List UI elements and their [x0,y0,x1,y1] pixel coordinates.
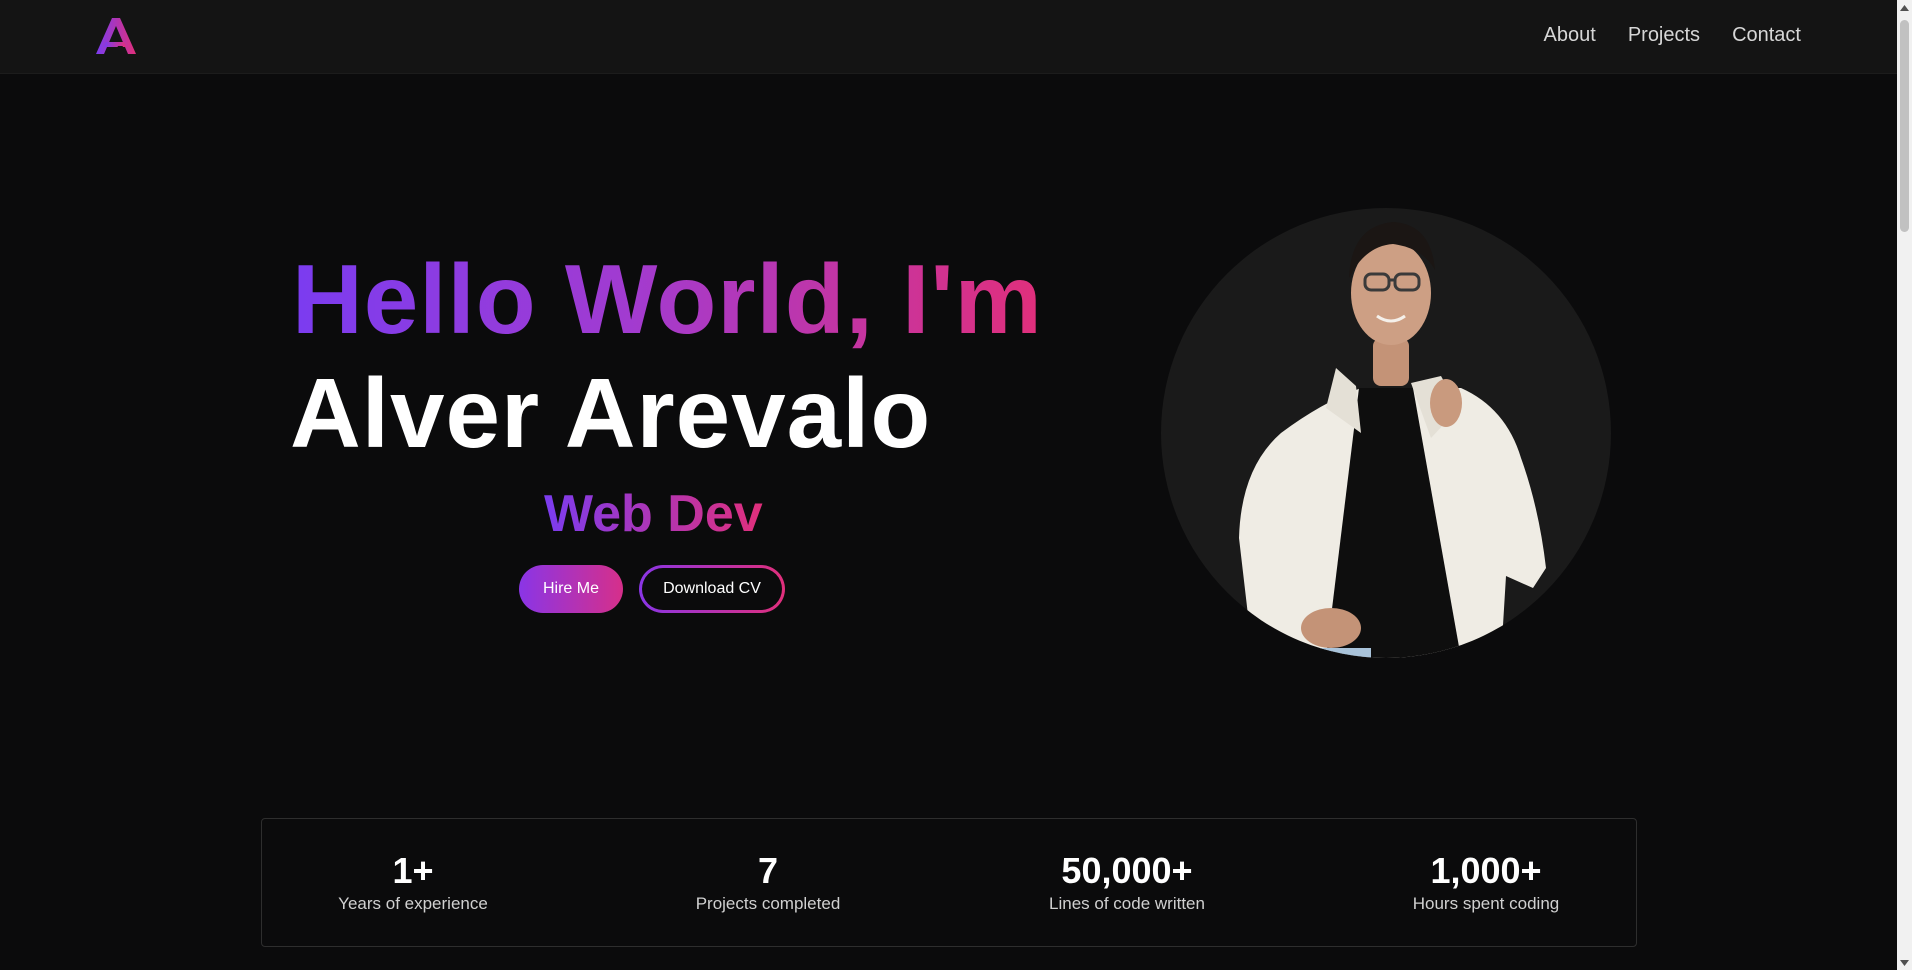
stat-value: 7 [757,850,779,891]
navbar: About Projects Contact [0,0,1897,74]
stats-panel: 1+ Years of experience 7 Projects comple… [261,818,1637,947]
stat-lines-of-code: 50,000+ Lines of code written [997,851,1257,915]
scroll-down-arrow-icon[interactable] [1897,955,1912,970]
hero-name: Alver Arevalo [290,358,932,468]
stat-label: Projects completed [695,894,841,913]
scroll-thumb[interactable] [1900,20,1909,232]
stat-label: Hours spent coding [1412,894,1560,913]
nav-link-contact[interactable]: Contact [1732,24,1801,47]
nav-links: About Projects Contact [1544,24,1801,47]
stat-value: 1,000+ [1430,850,1542,891]
stat-hours: 1,000+ Hours spent coding [1356,851,1616,915]
profile-photo [1161,208,1611,658]
logo-icon[interactable] [94,16,138,56]
nav-link-about[interactable]: About [1544,24,1596,47]
scrollbar[interactable] [1897,0,1912,970]
hero-greeting: Hello World, I'm [292,244,1043,354]
download-cv-label: Download CV [642,568,782,610]
hero-role: Web Dev [544,485,763,543]
scroll-up-arrow-icon[interactable] [1897,0,1912,15]
stat-value: 50,000+ [1061,850,1193,891]
nav-link-projects[interactable]: Projects [1628,24,1700,47]
stat-experience: 1+ Years of experience [283,851,543,915]
stat-projects: 7 Projects completed [638,851,898,915]
download-cv-button[interactable]: Download CV [639,565,785,613]
stat-label: Lines of code written [1049,894,1205,913]
stat-label: Years of experience [338,894,488,913]
hire-me-button[interactable]: Hire Me [519,565,623,613]
stat-value: 1+ [392,850,434,891]
